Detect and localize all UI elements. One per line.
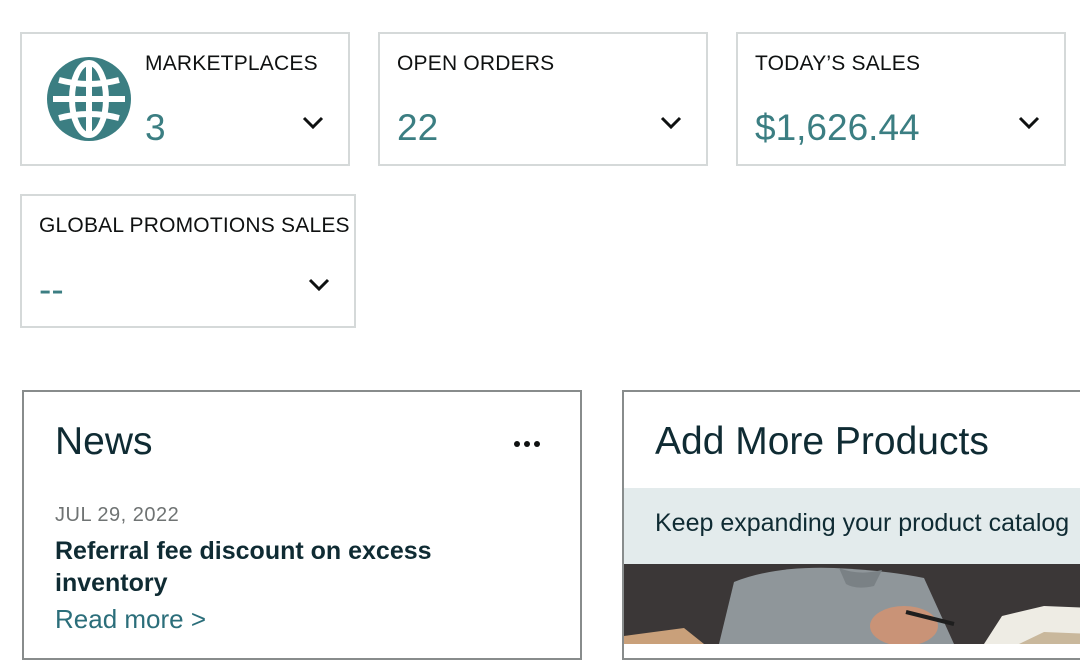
marketplaces-card[interactable]: MARKETPLACES 3 [20, 32, 350, 166]
global-promotions-card[interactable]: GLOBAL PROMOTIONS SALES -- [20, 194, 356, 328]
global-promotions-title: GLOBAL PROMOTIONS SALES [39, 214, 350, 237]
globe-icon [47, 57, 131, 141]
news-title: News [55, 420, 153, 463]
todays-sales-value: $1,626.44 [755, 107, 920, 148]
marketplaces-value: 3 [145, 107, 166, 148]
add-products-banner: Keep expanding your product catalog [624, 488, 1080, 564]
chevron-down-icon[interactable] [308, 278, 330, 292]
open-orders-value: 22 [397, 107, 439, 148]
chevron-down-icon[interactable] [1018, 116, 1040, 130]
chevron-down-icon[interactable] [302, 116, 324, 130]
add-products-panel: Add More Products Keep expanding your pr… [622, 390, 1080, 660]
marketplaces-title: MARKETPLACES [145, 52, 318, 75]
add-products-title: Add More Products [655, 420, 989, 463]
news-headline: Referral fee discount on excess inventor… [55, 537, 432, 597]
global-promotions-value: -- [39, 269, 64, 310]
more-options-icon[interactable] [512, 437, 544, 451]
todays-sales-card[interactable]: TODAY’S SALES $1,626.44 [736, 32, 1066, 166]
news-panel: News JUL 29, 2022 Referral fee discount … [22, 390, 582, 660]
chevron-down-icon[interactable] [660, 116, 682, 130]
product-photo [624, 564, 1080, 644]
todays-sales-title: TODAY’S SALES [755, 52, 921, 75]
open-orders-card[interactable]: OPEN ORDERS 22 [378, 32, 708, 166]
news-date: JUL 29, 2022 [55, 504, 180, 526]
photo-illustration [624, 564, 1080, 644]
read-more-link[interactable]: Read more > [55, 604, 206, 635]
add-products-banner-text: Keep expanding your product catalog [655, 509, 1070, 537]
open-orders-title: OPEN ORDERS [397, 52, 555, 75]
